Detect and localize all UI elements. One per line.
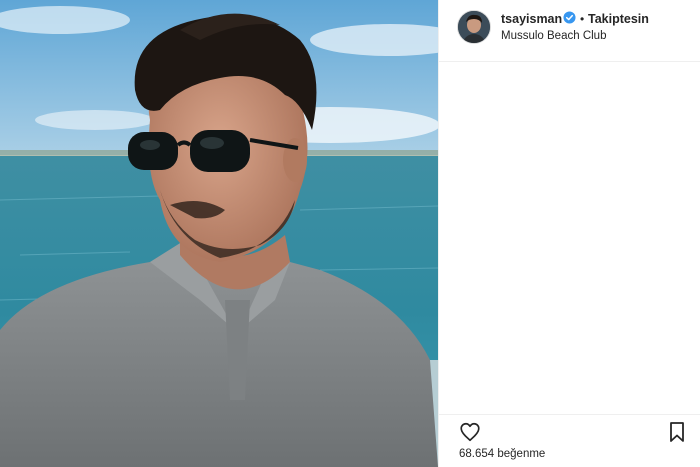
- post-side-panel: tsayisman • Takiptesin Mussulo Beach Clu…: [438, 0, 700, 467]
- avatar-image: [458, 11, 490, 43]
- post-photo: [0, 0, 438, 467]
- post-photo-image: [0, 0, 438, 467]
- verified-badge-icon: [563, 11, 576, 24]
- username-link[interactable]: tsayisman: [501, 12, 562, 26]
- instagram-post-window: tsayisman • Takiptesin Mussulo Beach Clu…: [0, 0, 700, 467]
- separator-dot: •: [580, 12, 585, 26]
- avatar[interactable]: [457, 10, 491, 44]
- heart-outline-icon[interactable]: [459, 421, 481, 443]
- following-button[interactable]: Takiptesin: [588, 12, 649, 26]
- likes-count[interactable]: 68.654 beğenme: [459, 448, 545, 460]
- location-link[interactable]: Mussulo Beach Club: [501, 30, 606, 42]
- bookmark-outline-icon[interactable]: [668, 421, 686, 443]
- post-header: tsayisman • Takiptesin Mussulo Beach Clu…: [439, 0, 700, 62]
- post-actions: 68.654 beğenme: [439, 414, 700, 467]
